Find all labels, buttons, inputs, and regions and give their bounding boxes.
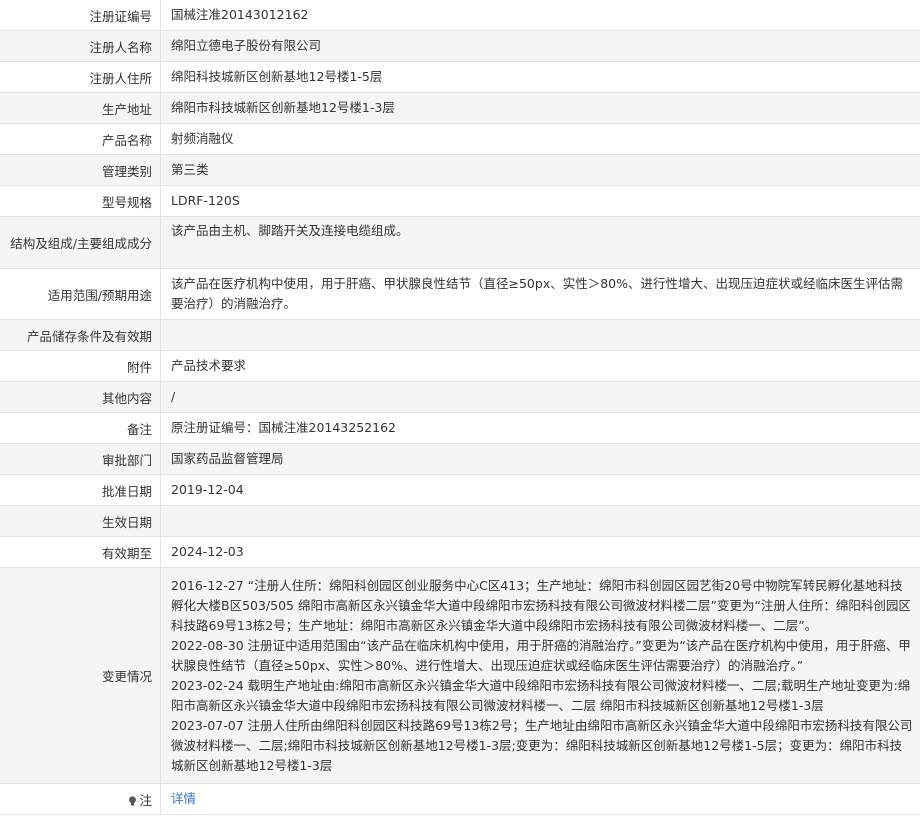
value-dept: 国家药品监督管理局	[160, 443, 920, 475]
change-entry: 2016-12-27 “注册人住所：绵阳科创园区创业服务中心C区413；生产地址…	[171, 577, 911, 633]
label-approve-date: 批准日期	[0, 474, 161, 506]
value-registrant-addr: 绵阳科技城新区创新基地12号楼1-5层	[160, 61, 920, 93]
row-scope: 适用范围/预期用途 该产品在医疗机构中使用，用于肝癌、甲状腺良性结节（直径≥50…	[0, 268, 920, 320]
label-expiry: 有效期至	[0, 536, 161, 568]
label-dept: 审批部门	[0, 443, 161, 475]
row-attachment: 附件 产品技术要求	[0, 350, 920, 382]
row-other: 其他内容 /	[0, 381, 920, 413]
label-other: 其他内容	[0, 381, 161, 413]
label-model: 型号规格	[0, 185, 161, 217]
row-production-addr: 生产地址 绵阳市科技城新区创新基地12号楼1-3层	[0, 92, 920, 124]
value-other: /	[160, 381, 920, 413]
row-category: 管理类别 第三类	[0, 154, 920, 186]
value-product-name: 射频消融仪	[160, 123, 920, 155]
row-remark: 备注 原注册证编号：国械注准20143252162	[0, 412, 920, 444]
label-changes: 变更情况	[0, 567, 161, 784]
value-scope: 该产品在医疗机构中使用，用于肝癌、甲状腺良性结节（直径≥50px、实性＞80%、…	[160, 268, 920, 320]
value-expiry: 2024-12-03	[160, 536, 920, 568]
row-structure: 结构及组成/主要组成成分 该产品由主机、脚踏开关及连接电缆组成。	[0, 216, 920, 269]
value-production-addr: 绵阳市科技城新区创新基地12号楼1-3层	[160, 92, 920, 124]
label-registrant-addr: 注册人住所	[0, 61, 161, 93]
label-attachment: 附件	[0, 350, 161, 382]
details-link[interactable]: 详情	[171, 791, 196, 806]
label-note: 注	[0, 783, 161, 815]
value-attachment: 产品技术要求	[160, 350, 920, 382]
value-changes: 2016-12-27 “注册人住所：绵阳科创园区创业服务中心C区413；生产地址…	[160, 567, 920, 784]
row-note: 注 详情	[0, 783, 920, 815]
row-product-name: 产品名称 射频消融仪	[0, 123, 920, 155]
value-note: 详情	[160, 783, 920, 815]
value-remark: 原注册证编号：国械注准20143252162	[160, 412, 920, 444]
label-product-name: 产品名称	[0, 123, 161, 155]
value-structure: 该产品由主机、脚踏开关及连接电缆组成。	[160, 216, 920, 269]
label-reg-no: 注册证编号	[0, 0, 161, 31]
label-registrant: 注册人名称	[0, 30, 161, 62]
row-reg-no: 注册证编号 国械注准20143012162	[0, 0, 920, 31]
row-storage: 产品储存条件及有效期	[0, 319, 920, 351]
row-model: 型号规格 LDRF-120S	[0, 185, 920, 217]
change-entry: 2023-07-07 注册人住所由绵阳科创园区科技路69号13栋2号；生产地址由…	[171, 717, 913, 773]
value-effective-date	[160, 505, 920, 537]
row-registrant: 注册人名称 绵阳立德电子股份有限公司	[0, 30, 920, 62]
value-registrant: 绵阳立德电子股份有限公司	[160, 30, 920, 62]
lightbulb-icon	[129, 795, 137, 805]
row-dept: 审批部门 国家药品监督管理局	[0, 443, 920, 475]
row-approve-date: 批准日期 2019-12-04	[0, 474, 920, 506]
change-entry: 2022-08-30 注册证中适用范围由“该产品在临床机构中使用，用于肝癌的消融…	[171, 637, 911, 673]
label-scope: 适用范围/预期用途	[0, 268, 161, 320]
row-registrant-addr: 注册人住所 绵阳科技城新区创新基地12号楼1-5层	[0, 61, 920, 93]
change-entry: 2023-02-24 载明生产地址由:绵阳市高新区永兴镇金华大道中段绵阳市宏扬科…	[171, 677, 911, 713]
note-label-text: 注	[139, 792, 152, 808]
value-model: LDRF-120S	[160, 185, 920, 217]
label-category: 管理类别	[0, 154, 161, 186]
label-production-addr: 生产地址	[0, 92, 161, 124]
value-category: 第三类	[160, 154, 920, 186]
row-effective-date: 生效日期	[0, 505, 920, 537]
row-changes: 变更情况 2016-12-27 “注册人住所：绵阳科创园区创业服务中心C区413…	[0, 567, 920, 784]
label-remark: 备注	[0, 412, 161, 444]
value-storage	[160, 319, 920, 351]
label-effective-date: 生效日期	[0, 505, 161, 537]
value-reg-no: 国械注准20143012162	[160, 0, 920, 31]
value-approve-date: 2019-12-04	[160, 474, 920, 506]
label-structure: 结构及组成/主要组成成分	[0, 216, 161, 269]
registration-info-table: 注册证编号 国械注准20143012162 注册人名称 绵阳立德电子股份有限公司…	[0, 0, 920, 815]
label-storage: 产品储存条件及有效期	[0, 319, 161, 351]
row-expiry: 有效期至 2024-12-03	[0, 536, 920, 568]
